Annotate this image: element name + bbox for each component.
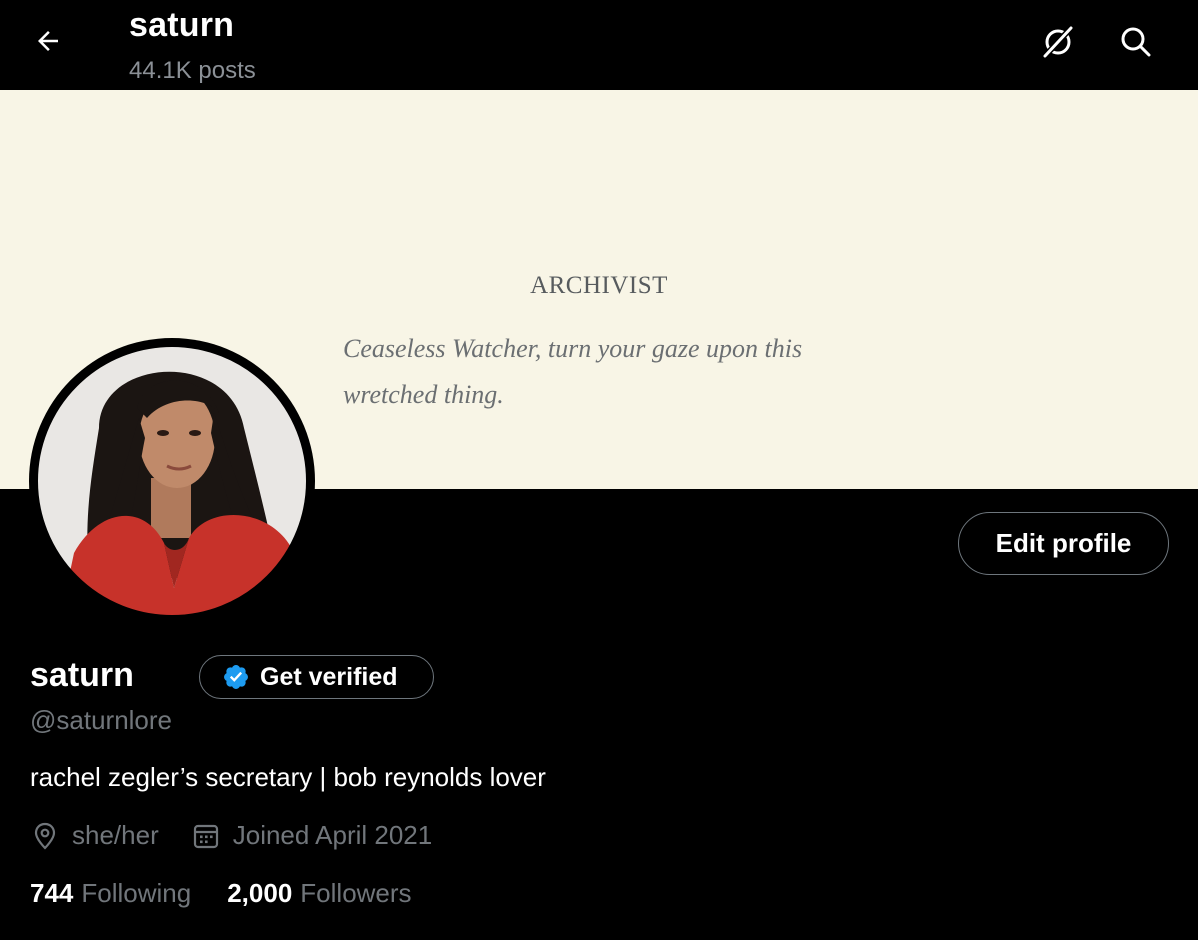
pronouns-text: she/her: [72, 820, 159, 850]
header-title: saturn: [129, 6, 235, 44]
grok-icon: [1040, 24, 1076, 65]
profile-page: saturn 44.1K posts ARCHIVIST Ceaseless W…: [0, 0, 1198, 940]
joined-item: Joined April 2021: [191, 820, 432, 851]
edit-profile-button[interactable]: Edit profile: [958, 512, 1169, 575]
followers-link[interactable]: 2,000 Followers: [227, 878, 411, 909]
profile-meta: she/her Joined April 2021: [30, 820, 464, 851]
following-label: Following: [81, 878, 192, 908]
location-pin-icon: [30, 821, 60, 851]
avatar[interactable]: [29, 338, 315, 624]
pronouns-item: she/her: [30, 820, 159, 851]
follow-stats: 744 Following 2,000 Followers: [30, 878, 448, 909]
profile-header: saturn 44.1K posts: [0, 0, 1198, 90]
grok-button[interactable]: [1038, 24, 1078, 64]
followers-label: Followers: [300, 878, 412, 908]
post-count: 44.1K posts: [129, 57, 256, 84]
calendar-icon: [191, 821, 221, 851]
search-icon: [1118, 24, 1154, 65]
following-link[interactable]: 744 Following: [30, 878, 191, 909]
get-verified-button[interactable]: Get verified: [199, 655, 434, 699]
banner-quote: Ceaseless Watcher, turn your gaze upon t…: [343, 334, 803, 409]
username-handle: @saturnlore: [30, 705, 173, 735]
profile-bio: rachel zegler’s secretary | bob reynolds…: [30, 762, 546, 792]
followers-count: 2,000: [227, 878, 293, 908]
following-count: 744: [30, 878, 74, 908]
joined-text: Joined April 2021: [232, 820, 433, 850]
banner-heading: ARCHIVIST: [530, 272, 668, 299]
back-button[interactable]: [30, 25, 66, 61]
search-button[interactable]: [1116, 24, 1156, 64]
display-name: saturn: [30, 656, 134, 694]
arrow-left-icon: [33, 26, 63, 61]
get-verified-label: Get verified: [260, 662, 398, 691]
verified-badge-icon: [222, 663, 250, 691]
